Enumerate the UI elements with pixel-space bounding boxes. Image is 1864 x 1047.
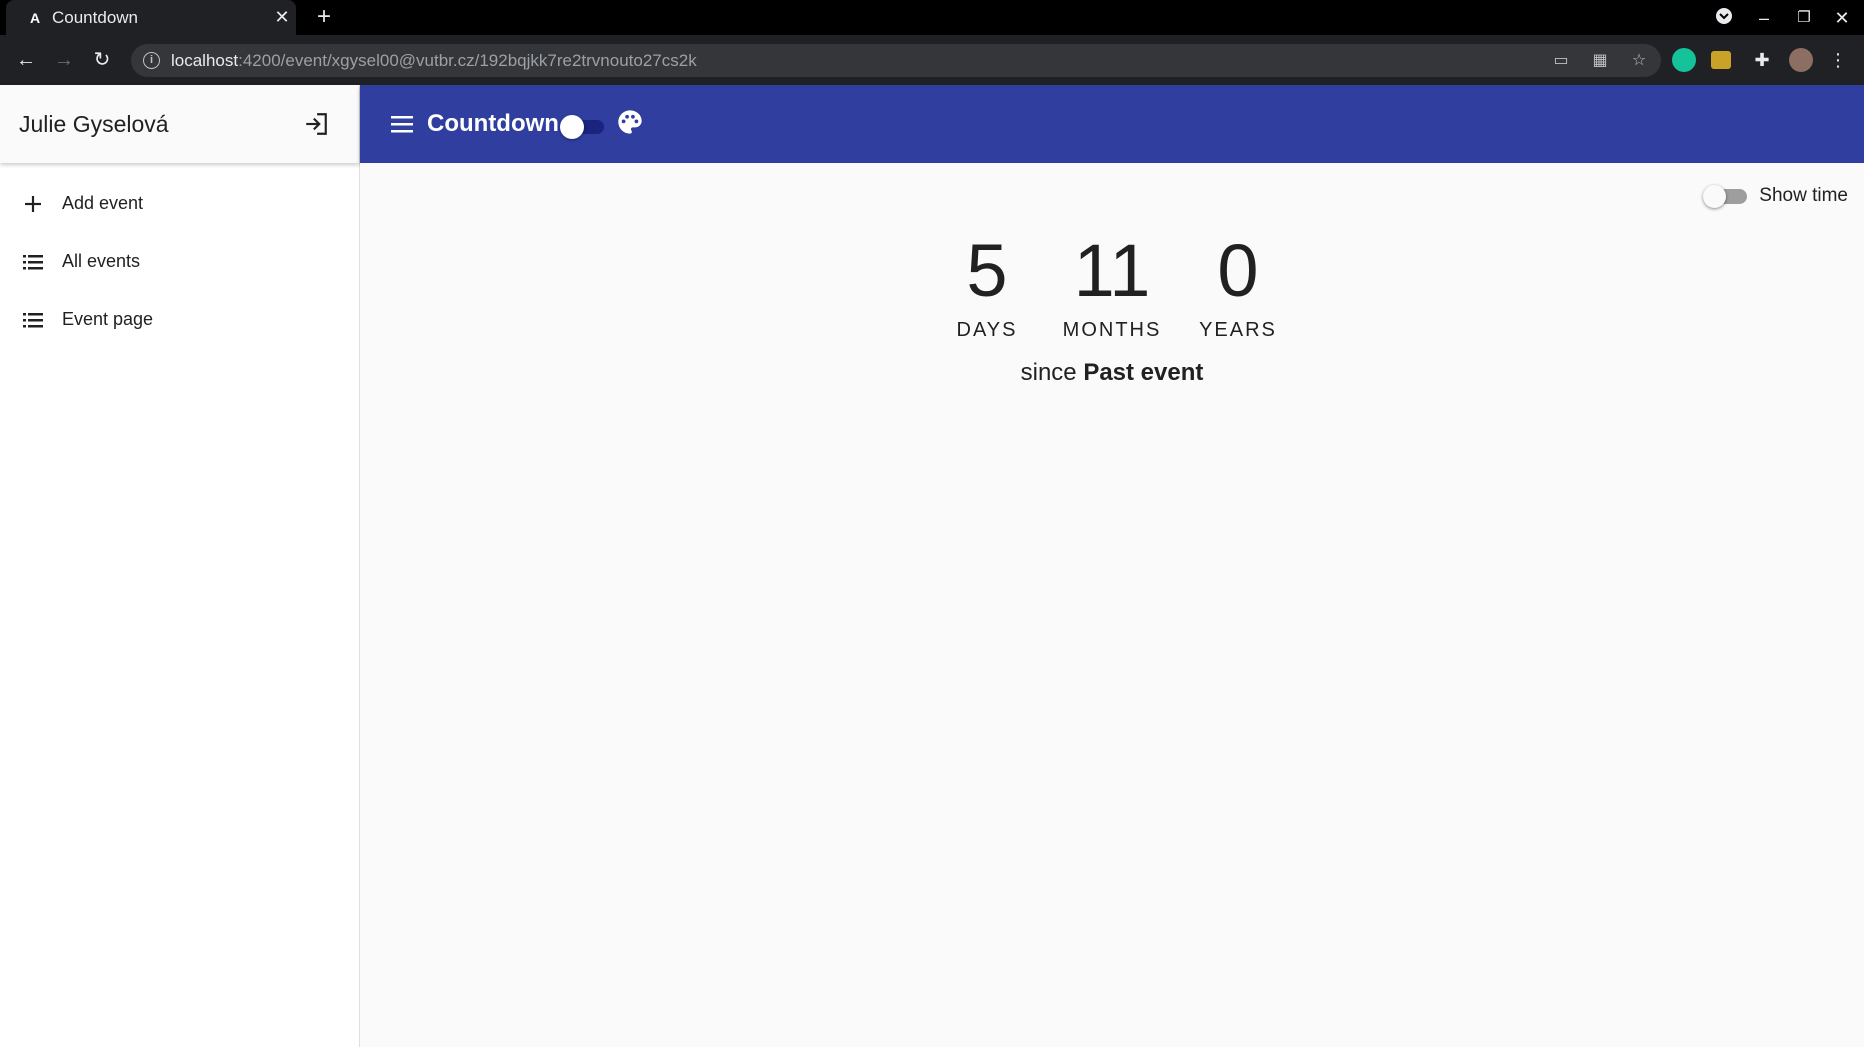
site-info-icon[interactable]: i <box>143 52 160 69</box>
counter-unit: DAYS <box>956 319 1018 341</box>
cast-icon[interactable]: ▭ <box>1550 50 1572 72</box>
menu-item-add-event[interactable]: Add event <box>0 175 359 233</box>
menu-list: Add event All events Event page <box>0 163 359 349</box>
sidenav-header: Julie Gyselová <box>0 85 359 163</box>
months-counter: 11 MONTHS <box>1047 231 1177 342</box>
tab-title: Countdown <box>52 8 139 27</box>
menu-item-label: Add event <box>62 193 144 213</box>
toggle-thumb <box>560 115 584 139</box>
menu-item-label: Event page <box>62 309 154 329</box>
years-counter: 0 YEARS <box>1173 231 1303 342</box>
plus-icon <box>25 196 41 212</box>
event-name: Past event <box>1083 359 1204 386</box>
menu-item-event-page[interactable]: Event page <box>0 291 359 349</box>
menu-icon[interactable] <box>390 113 414 135</box>
sidenav: Julie Gyselová Add event All events Even… <box>0 85 360 1047</box>
toggle-thumb <box>1703 185 1727 208</box>
bookmark-star-icon[interactable]: ☆ <box>1628 50 1650 72</box>
main-content: Show time 5 DAYS 11 MONTHS 0 YEARS since… <box>360 163 1864 1047</box>
extension-icon[interactable] <box>1711 51 1731 69</box>
counter-unit: YEARS <box>1199 319 1277 341</box>
extensions-puzzle-icon[interactable]: ✚ <box>1750 48 1774 72</box>
list-icon <box>23 255 43 270</box>
show-time-label: Show time <box>1759 185 1848 206</box>
browser-menu-icon[interactable]: ⋮ <box>1826 48 1850 72</box>
restore-icon[interactable]: ❐ <box>1792 6 1816 30</box>
close-tab-icon[interactable]: ✕ <box>272 7 292 27</box>
app-title: Countdown <box>427 110 559 137</box>
grammarly-extension-icon[interactable] <box>1672 48 1696 72</box>
days-counter: 5 DAYS <box>922 231 1052 342</box>
logout-icon[interactable] <box>303 111 329 137</box>
back-icon[interactable]: ← <box>14 48 38 72</box>
show-time-control[interactable]: Show time <box>1703 184 1848 208</box>
profile-avatar[interactable] <box>1789 48 1813 72</box>
browser-tabstrip: A Countdown ✕ + – ❐ ✕ <box>0 0 1864 35</box>
show-time-toggle[interactable] <box>1703 184 1749 208</box>
since-event-text: since Past event <box>360 359 1864 387</box>
qr-code-icon[interactable]: ▦ <box>1589 50 1611 72</box>
tab-search-icon[interactable] <box>1712 6 1736 30</box>
browser-tab[interactable]: A Countdown ✕ <box>6 0 296 35</box>
menu-item-label: All events <box>62 251 141 271</box>
new-tab-icon[interactable]: + <box>312 5 336 30</box>
palette-icon[interactable] <box>616 108 644 136</box>
app-toolbar: Countdown <box>360 85 1864 163</box>
user-name: Julie Gyselová <box>19 111 169 137</box>
counter-value: 5 <box>966 229 1008 312</box>
address-bar[interactable]: i localhost:4200/event/xgysel00@vutbr.cz… <box>131 44 1661 77</box>
close-window-icon[interactable]: ✕ <box>1830 6 1854 30</box>
angular-favicon-icon: A <box>29 10 41 26</box>
minimize-icon[interactable]: – <box>1752 6 1776 30</box>
counter-value: 0 <box>1217 229 1259 312</box>
counter-value: 11 <box>1073 229 1151 312</box>
counter-unit: MONTHS <box>1062 319 1162 341</box>
dark-mode-toggle[interactable] <box>560 115 604 139</box>
reload-icon[interactable]: ↻ <box>90 48 114 72</box>
since-prefix: since <box>1020 359 1077 386</box>
browser-toolbar: ← → ↻ i localhost:4200/event/xgysel00@vu… <box>0 35 1864 85</box>
menu-item-all-events[interactable]: All events <box>0 233 359 291</box>
list-icon <box>23 313 43 328</box>
forward-icon[interactable]: → <box>52 48 76 72</box>
url-text: localhost:4200/event/xgysel00@vutbr.cz/1… <box>171 51 697 70</box>
